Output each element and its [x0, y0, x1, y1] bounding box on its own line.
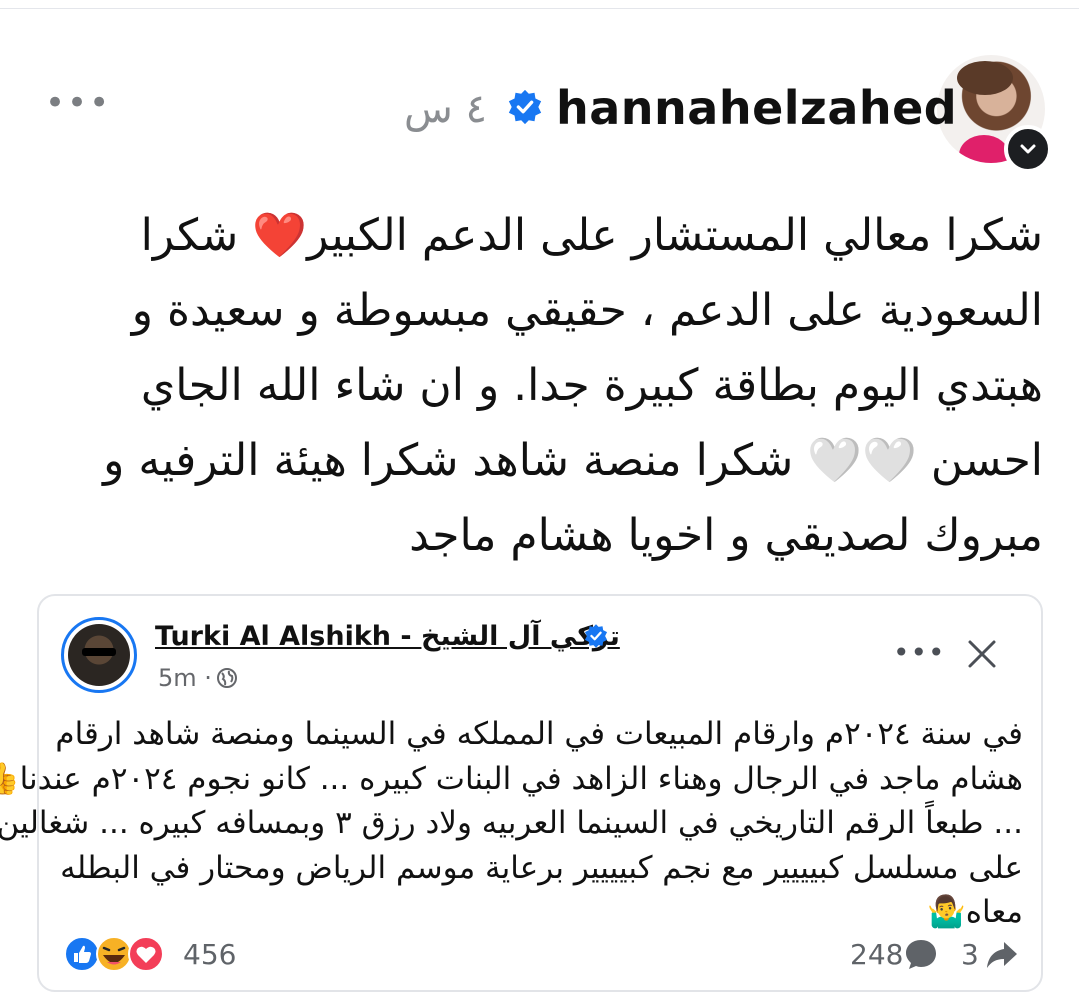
shared-text-line-4: على مسلسل كبيييير مع نجم كبيييير برعاية …	[60, 849, 1023, 886]
shared-text-line-3: ... طبعاً الرقم التاريخي في السينما العر…	[0, 805, 1023, 841]
shared-post-text: في سنة ٢٠٢٤م وارقام المبيعات في المملكه …	[0, 712, 1023, 935]
white-hearts-emoji: 🤍🤍	[807, 435, 917, 486]
comment-count[interactable]: 248	[850, 936, 903, 974]
shared-text-line-2: هشام ماجد في الرجال وهناء الزاهد في البن…	[0, 760, 1023, 797]
share-count[interactable]: 3	[961, 936, 979, 974]
caption-line-1: شكرا معالي المستشار على الدعم الكبير❤️ ش…	[140, 210, 1043, 261]
verified-badge-icon	[584, 624, 608, 648]
caption-line-3: هبتدي اليوم بطاقة كبيرة جدا. و ان شاء ال…	[140, 360, 1043, 411]
red-heart-emoji: ❤️	[252, 210, 308, 261]
comment-icon[interactable]	[903, 937, 939, 971]
shared-text-line-5: معاه🤷‍♂️	[927, 894, 1023, 930]
share-icon[interactable]	[985, 939, 1019, 971]
shared-text-line-1: في سنة ٢٠٢٤م وارقام المبيعات في المملكه …	[55, 716, 1023, 752]
shared-more-options-icon[interactable]: •••	[893, 638, 946, 668]
shared-author-avatar[interactable]	[61, 617, 137, 693]
avatar-hair	[957, 61, 1013, 95]
shared-post-time[interactable]: 5m ·	[158, 662, 212, 694]
more-options-icon[interactable]: •••	[45, 86, 111, 120]
top-divider	[0, 8, 1079, 9]
chevron-down-icon	[1020, 144, 1036, 154]
post-caption: شكرا معالي المستشار على الدعم الكبير❤️ ش…	[43, 198, 1043, 573]
reaction-count[interactable]: 456	[183, 936, 236, 974]
caption-line-2: السعودية على الدعم ، حقيقي مبسوطة و سعيد…	[131, 285, 1043, 336]
close-icon[interactable]	[965, 637, 999, 671]
like-icon	[64, 936, 100, 972]
avatar-shirt	[959, 135, 1009, 163]
love-icon	[128, 936, 164, 972]
haha-icon	[96, 936, 132, 972]
caption-line-4: احسن 🤍🤍 شكرا منصة شاهد شكرا هيئة الترفيه…	[103, 435, 1043, 486]
post-timestamp[interactable]: ٤ س	[404, 84, 487, 134]
profile-menu-chevron[interactable]	[1004, 125, 1052, 173]
caption-line-5: مبروك لصديقي و اخويا هشام ماجد	[409, 510, 1043, 561]
verified-badge-icon	[508, 89, 542, 125]
globe-icon	[217, 668, 237, 688]
post-username[interactable]: hannahelzahed	[556, 78, 957, 138]
reaction-icons[interactable]	[63, 935, 173, 973]
shared-author-name[interactable]: Turki Al Alshikh - تركي آل الشيخ	[155, 618, 620, 656]
